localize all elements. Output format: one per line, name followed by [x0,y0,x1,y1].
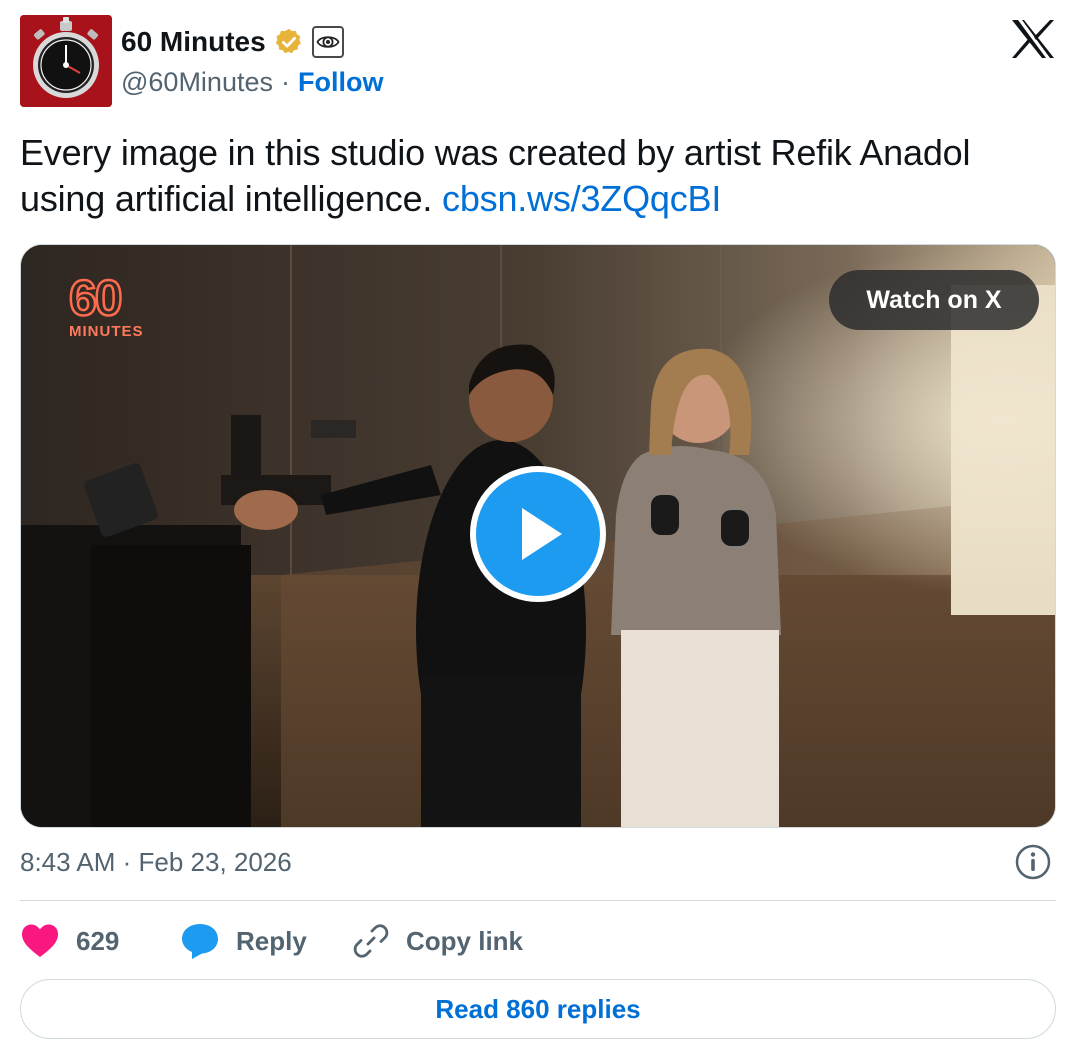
cbs-eye-icon[interactable] [311,26,344,58]
play-icon [522,508,562,560]
display-name[interactable]: 60 Minutes [121,26,266,58]
separator-dot: · [280,66,290,97]
watch-on-x-button[interactable]: Watch on X [829,270,1039,330]
avatar[interactable] [20,15,112,107]
brand-number: 60 [68,270,124,326]
stopwatch-icon [20,15,112,107]
x-logo-icon[interactable] [1010,18,1056,60]
action-bar: 629 Reply Copy link [20,918,572,964]
follow-button[interactable]: Follow [298,67,383,98]
like-button[interactable]: 629 [20,923,180,959]
brand-word: MINUTES [69,323,144,340]
divider [20,900,1056,901]
sixty-minutes-logo: 60 MINUTES [68,270,144,340]
copy-link-label: Copy link [406,925,524,956]
play-button[interactable] [470,466,606,602]
reply-bubble-icon [182,924,218,959]
author-handle-row: @60Minutes · Follow [121,62,383,102]
copy-link-button[interactable]: Copy link [352,922,572,960]
like-count: 629 [76,925,120,956]
read-replies-button[interactable]: Read 860 replies [20,979,1056,1039]
user-handle[interactable]: @60Minutes [121,67,273,98]
author-name-row: 60 Minutes [121,22,344,62]
verified-badge-icon [274,27,304,57]
video-media[interactable]: 60 MINUTES Watch on X [20,244,1056,828]
tweet-embed: 60 Minutes @60Minutes · Follow Every ima… [0,0,1078,1062]
tweet-text: Every image in this studio was created b… [20,130,1060,222]
reply-label: Reply [236,925,307,956]
info-icon[interactable] [1014,843,1052,881]
timestamp[interactable]: 8:43 AM · Feb 23, 2026 [20,842,292,882]
heart-icon [22,924,58,957]
reply-button[interactable]: Reply [180,922,352,960]
tweet-link[interactable]: cbsn.ws/3ZQqcBI [442,178,721,219]
link-icon [353,924,389,958]
